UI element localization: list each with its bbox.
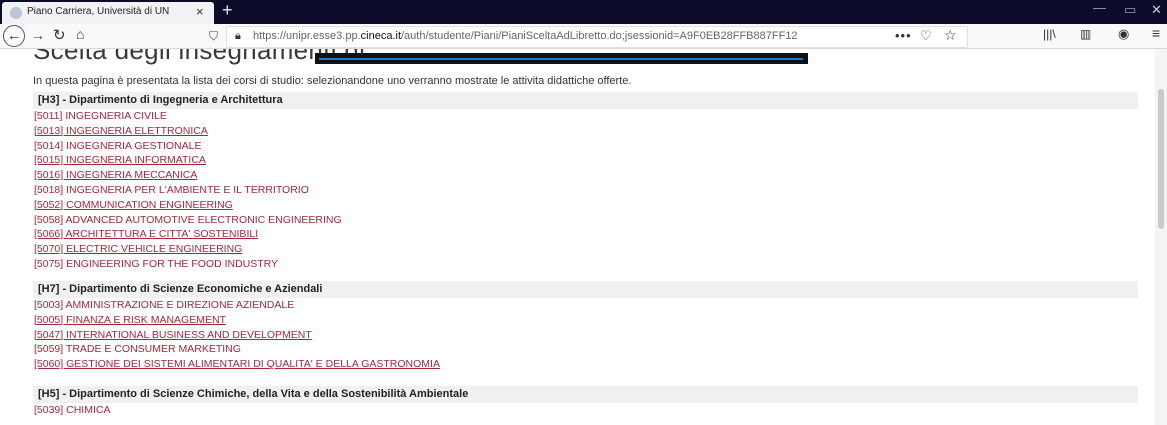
browser-tab[interactable]: Piano Carriera, Università di UN × bbox=[2, 2, 214, 24]
back-icon[interactable]: ← bbox=[3, 25, 25, 47]
forward-icon[interactable]: → bbox=[31, 27, 45, 43]
course-link[interactable]: [5058] ADVANCED AUTOMOTIVE ELECTRONIC EN… bbox=[34, 214, 342, 226]
department-header: [H7] - Dipartimento di Scienze Economich… bbox=[33, 281, 1138, 298]
window-close-icon[interactable]: ✕ bbox=[1151, 2, 1162, 18]
list-item: [5011] INGEGNERIA CIVILE bbox=[34, 109, 342, 124]
course-list-h7: [5003] AMMINISTRAZIONE E DIREZIONE AZIEN… bbox=[34, 298, 440, 372]
tab-close-icon[interactable]: × bbox=[196, 4, 204, 19]
url-bar[interactable]: ⛉ 🔒︎ https://unipr.esse3.pp.cineca.it/au… bbox=[209, 26, 968, 48]
account-icon[interactable]: ◉ bbox=[1118, 26, 1129, 42]
course-link[interactable]: [5070] ELECTRIC VEHICLE ENGINEERING bbox=[34, 243, 242, 255]
department-label: [H5] - Dipartimento di Scienze Chimiche,… bbox=[38, 388, 469, 400]
library-icon[interactable]: |||\ bbox=[1043, 27, 1056, 41]
pocket-icon[interactable]: ♡ bbox=[920, 28, 932, 44]
course-link[interactable]: [5005] FINANZA E RISK MANAGEMENT bbox=[34, 314, 226, 326]
list-item: [5013] INGEGNERIA ELETTRONICA bbox=[34, 124, 342, 139]
course-link[interactable]: [5060] GESTIONE DEI SISTEMI ALIMENTARI D… bbox=[34, 358, 440, 370]
list-item: [5003] AMMINISTRAZIONE E DIREZIONE AZIEN… bbox=[34, 298, 440, 313]
course-list-h3: [5011] INGEGNERIA CIVILE [5013] INGEGNER… bbox=[34, 109, 342, 272]
intro-text: In questa pagina è presentata la lista d… bbox=[33, 75, 632, 87]
favicon-icon bbox=[10, 7, 22, 19]
list-item: [5014] INGEGNERIA GESTIONALE bbox=[34, 139, 342, 154]
list-item: [5070] ELECTRIC VEHICLE ENGINEERING bbox=[34, 242, 342, 257]
course-link[interactable]: [5015] INGEGNERIA INFORMATICA bbox=[34, 154, 206, 166]
redacted-name bbox=[315, 53, 808, 64]
new-tab-button[interactable]: + bbox=[222, 0, 233, 21]
menu-icon[interactable]: ≡ bbox=[1152, 25, 1160, 41]
list-item: [5018] INGEGNERIA PER L'AMBIENTE E IL TE… bbox=[34, 183, 342, 198]
department-header: [H5] - Dipartimento di Scienze Chimiche,… bbox=[33, 386, 1138, 403]
shield-icon[interactable]: ⛉ bbox=[209, 29, 218, 44]
list-item: [5059] TRADE E CONSUMER MARKETING bbox=[34, 342, 440, 357]
list-item: [5066] ARCHITETTURA E CITTA' SOSTENIBILI bbox=[34, 227, 342, 242]
list-item: [5075] ENGINEERING FOR THE FOOD INDUSTRY bbox=[34, 257, 342, 272]
course-link[interactable]: [5014] INGEGNERIA GESTIONALE bbox=[34, 140, 201, 152]
course-link[interactable]: [5052] COMMUNICATION ENGINEERING bbox=[34, 199, 233, 211]
reload-icon[interactable]: ↻ bbox=[53, 26, 66, 44]
sidebar-icon[interactable]: ▥ bbox=[1080, 27, 1091, 41]
course-link[interactable]: [5011] INGEGNERIA CIVILE bbox=[34, 110, 167, 122]
tab-title: Piano Carriera, Università di UN bbox=[27, 6, 170, 17]
course-link[interactable]: [5013] INGEGNERIA ELETTRONICA bbox=[34, 125, 208, 137]
star-icon[interactable]: ☆ bbox=[944, 27, 957, 44]
list-item: [5005] FINANZA E RISK MANAGEMENT bbox=[34, 313, 440, 328]
list-item: [5052] COMMUNICATION ENGINEERING bbox=[34, 198, 342, 213]
tab-strip: Piano Carriera, Università di UN × + — ▭… bbox=[0, 0, 1167, 24]
page-content: Scelta degli insegnamenti di: In questa … bbox=[0, 49, 1155, 425]
course-link[interactable]: [5066] ARCHITETTURA E CITTA' SOSTENIBILI bbox=[34, 228, 258, 240]
list-item: [5016] INGEGNERIA MECCANICA bbox=[34, 168, 342, 183]
course-link[interactable]: [5059] TRADE E CONSUMER MARKETING bbox=[34, 343, 241, 355]
department-label: [H7] - Dipartimento di Scienze Economich… bbox=[38, 283, 323, 295]
lock-icon[interactable]: 🔒︎ bbox=[235, 30, 241, 43]
more-icon[interactable]: ••• bbox=[895, 28, 912, 43]
course-link[interactable]: [5047] INTERNATIONAL BUSINESS AND DEVELO… bbox=[34, 329, 312, 341]
window-minimize-icon[interactable]: — bbox=[1093, 0, 1106, 15]
course-link[interactable]: [5018] INGEGNERIA PER L'AMBIENTE E IL TE… bbox=[34, 184, 309, 196]
list-item: [5058] ADVANCED AUTOMOTIVE ELECTRONIC EN… bbox=[34, 213, 342, 228]
list-item: [5039] CHIMICA bbox=[34, 403, 110, 418]
department-header: [H3] - Dipartimento di Ingegneria e Arch… bbox=[33, 92, 1138, 109]
navigation-bar: ← → ↻ ⌂ ⛉ 🔒︎ https://unipr.esse3.pp.cine… bbox=[0, 24, 1167, 49]
course-link[interactable]: [5003] AMMINISTRAZIONE E DIREZIONE AZIEN… bbox=[34, 299, 294, 311]
scrollbar-thumb[interactable] bbox=[1158, 89, 1164, 229]
url-text[interactable]: https://unipr.esse3.pp.cineca.it/auth/st… bbox=[253, 30, 883, 42]
window-restore-icon[interactable]: ▭ bbox=[1124, 2, 1136, 18]
list-item: [5060] GESTIONE DEI SISTEMI ALIMENTARI D… bbox=[34, 357, 440, 372]
vertical-scrollbar[interactable] bbox=[1155, 49, 1167, 425]
course-link[interactable]: [5075] ENGINEERING FOR THE FOOD INDUSTRY bbox=[34, 258, 278, 270]
course-link[interactable]: [5039] CHIMICA bbox=[34, 404, 110, 416]
department-label: [H3] - Dipartimento di Ingegneria e Arch… bbox=[38, 94, 283, 106]
list-item: [5047] INTERNATIONAL BUSINESS AND DEVELO… bbox=[34, 328, 440, 343]
list-item: [5015] INGEGNERIA INFORMATICA bbox=[34, 153, 342, 168]
course-list-h5: [5039] CHIMICA bbox=[34, 403, 110, 418]
home-icon[interactable]: ⌂ bbox=[76, 26, 84, 42]
course-link[interactable]: [5016] INGEGNERIA MECCANICA bbox=[34, 169, 197, 181]
